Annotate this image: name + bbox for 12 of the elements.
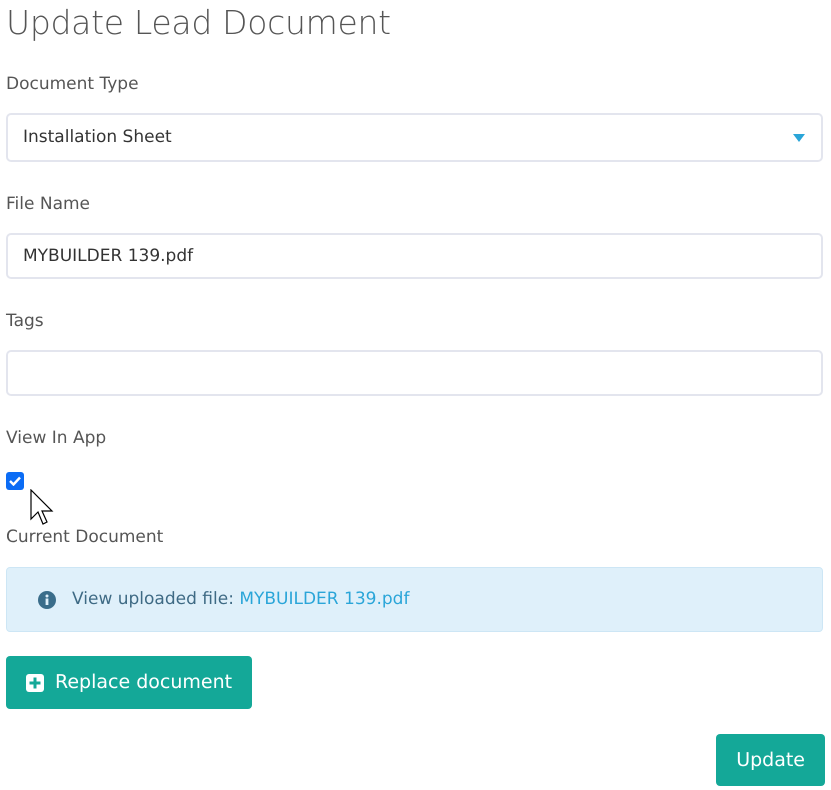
field-label: File Name (6, 193, 90, 216)
replace-document-button[interactable]: Replace document (6, 656, 252, 709)
field-label: Document Type (6, 73, 139, 96)
dropdown[interactable]: Installation Sheet (6, 113, 823, 162)
update-button[interactable]: Update (716, 734, 825, 786)
page-title: Update Lead Document (6, 2, 391, 44)
field-label: Current Document (6, 526, 164, 549)
file-link[interactable]: MYBUILDER 139.pdf (239, 588, 410, 609)
alert-text: View uploaded file: MYBUILDER 139.pdf (72, 588, 410, 611)
field-label: Tags (6, 310, 44, 333)
field-label: View In App (6, 427, 106, 450)
input-field[interactable]: MYBUILDER 139.pdf (6, 233, 823, 279)
